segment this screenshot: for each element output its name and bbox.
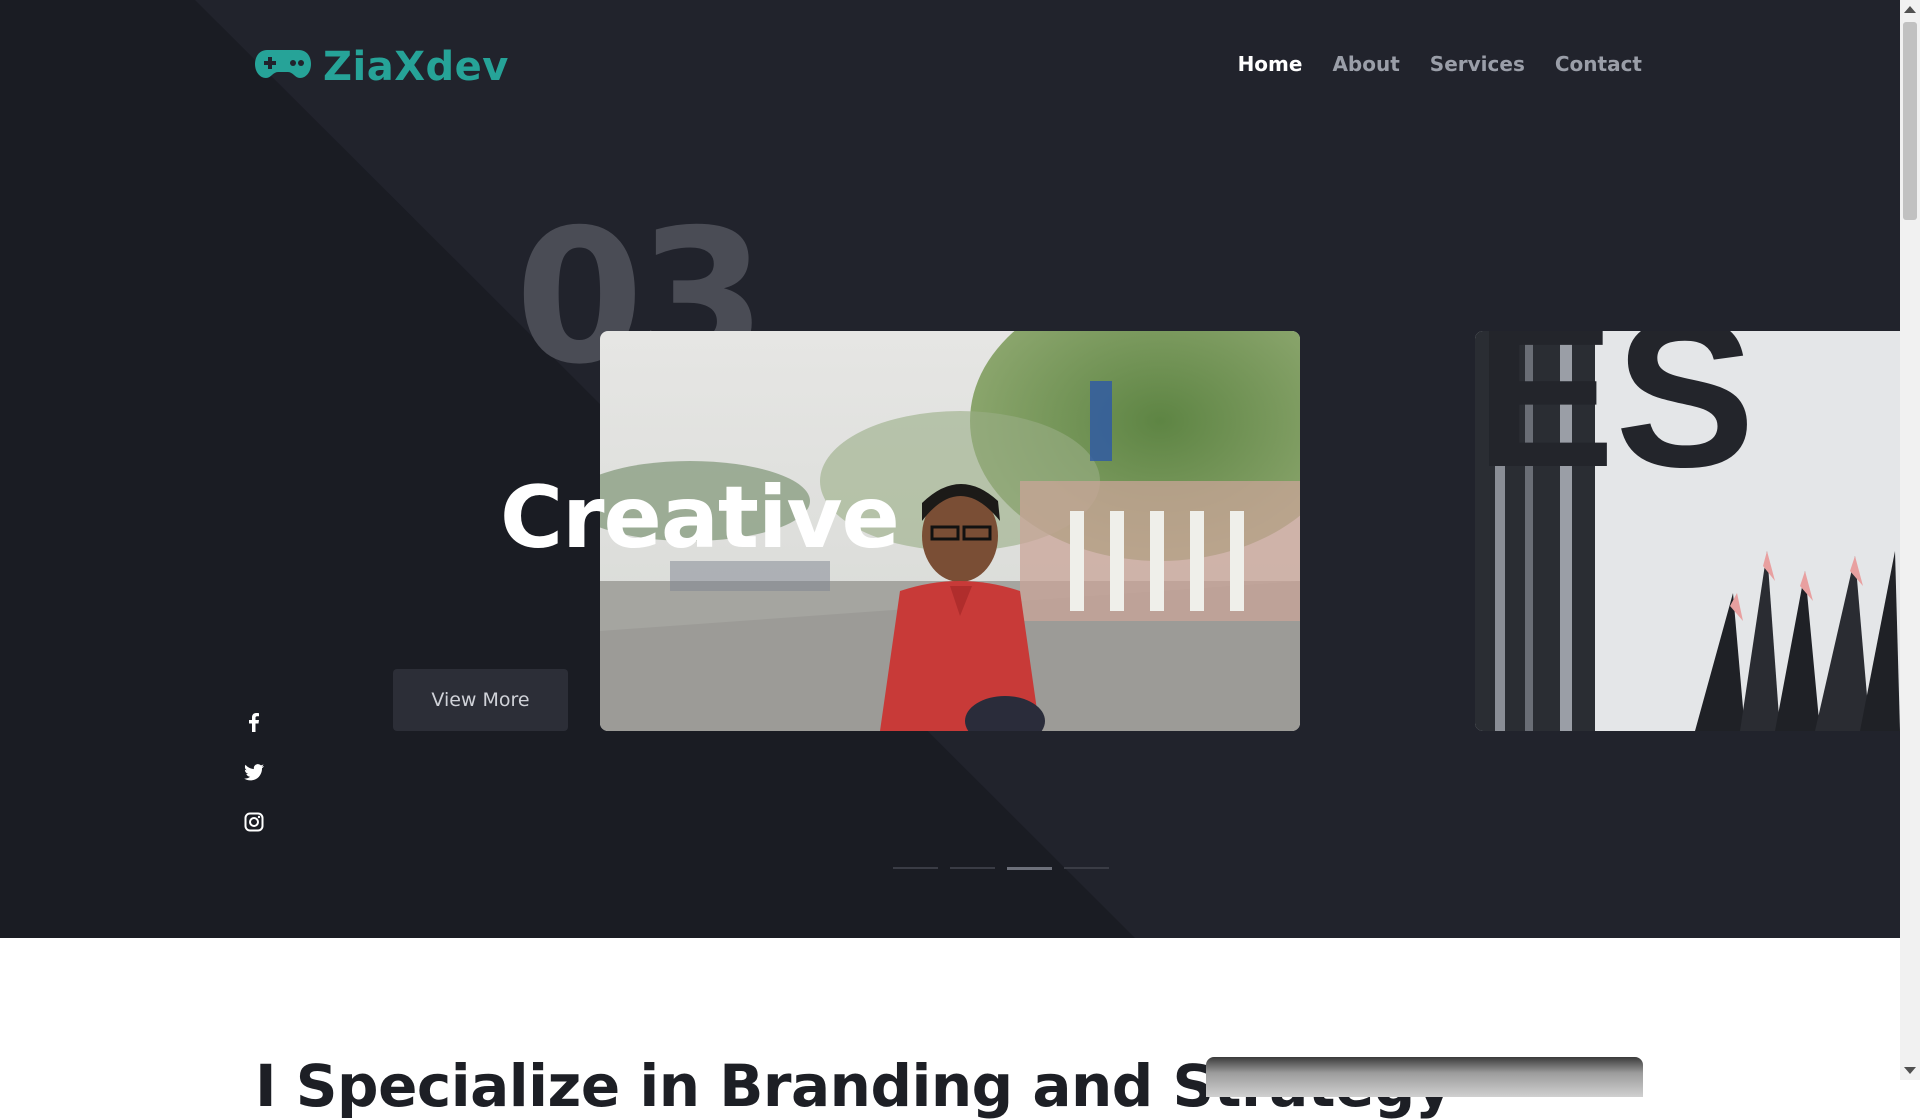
nav-contact[interactable]: Contact	[1555, 52, 1642, 76]
instagram-icon[interactable]	[243, 811, 265, 833]
page-scrollbar[interactable]	[1900, 0, 1920, 1080]
hero-headline: Creative	[500, 468, 900, 568]
svg-text:ES: ES	[1475, 331, 1755, 511]
slider-dot-4[interactable]	[1064, 867, 1109, 869]
nav-about[interactable]: About	[1332, 52, 1399, 76]
scroll-up-arrow-icon[interactable]	[1904, 6, 1916, 13]
nav-services[interactable]: Services	[1430, 52, 1525, 76]
view-more-button[interactable]: View More	[393, 669, 568, 731]
brand-logo[interactable]: ZiaXdev	[255, 44, 509, 90]
facebook-icon[interactable]	[243, 711, 265, 733]
hero-section: ZiaXdev Home About Services Contact 03 E…	[0, 0, 1900, 938]
gamepad-icon	[255, 44, 311, 90]
twitter-icon[interactable]	[243, 761, 265, 783]
slider-dot-1[interactable]	[893, 867, 938, 869]
main-nav: Home About Services Contact	[1238, 52, 1642, 76]
slider-pagination	[893, 867, 1109, 870]
social-links	[243, 711, 265, 833]
hero-next-photo[interactable]: ES	[1475, 331, 1900, 731]
slider-dot-2[interactable]	[950, 867, 995, 869]
scrollbar-thumb[interactable]	[1903, 22, 1917, 220]
scroll-down-arrow-icon[interactable]	[1904, 1067, 1916, 1074]
section-image	[1206, 1057, 1643, 1097]
nav-home[interactable]: Home	[1238, 52, 1303, 76]
brand-name: ZiaXdev	[323, 44, 509, 90]
slider-dot-3[interactable]	[1007, 867, 1052, 870]
